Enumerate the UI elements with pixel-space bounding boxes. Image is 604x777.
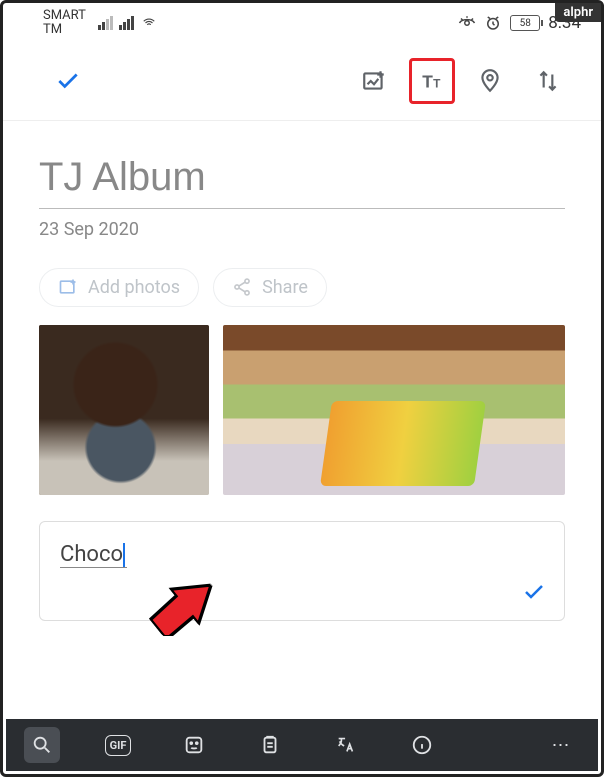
kb-gif-button[interactable]: GIF (100, 727, 136, 763)
add-photos-label: Add photos (88, 277, 180, 298)
editor-toolbar: TT (3, 40, 601, 121)
album-content: 23 Sep 2020 Add photos Share Choco (3, 121, 601, 621)
photo-thumbnail[interactable] (223, 325, 565, 495)
kb-search-button[interactable] (24, 727, 60, 763)
kb-sticker-button[interactable] (176, 727, 212, 763)
caption-confirm-button[interactable] (522, 580, 546, 608)
carrier-label: SMART TM (43, 9, 86, 38)
sort-button[interactable] (525, 58, 571, 104)
caption-input[interactable]: Choco (60, 542, 127, 568)
add-photos-button[interactable]: Add photos (39, 268, 199, 307)
album-date: 23 Sep 2020 (39, 219, 565, 240)
watermark: alphr (555, 3, 601, 22)
kb-info-button[interactable] (404, 727, 440, 763)
add-image-button[interactable] (351, 58, 397, 104)
share-button[interactable]: Share (213, 268, 327, 307)
kb-more-button[interactable]: ⋯ (544, 727, 580, 763)
confirm-button[interactable] (45, 58, 91, 104)
album-title-input[interactable] (39, 149, 565, 209)
battery-indicator: 58 (510, 15, 540, 31)
annotation-arrow (148, 575, 218, 635)
kb-clipboard-button[interactable] (252, 727, 288, 763)
photo-thumbnail[interactable] (39, 325, 209, 495)
kb-translate-button[interactable] (328, 727, 364, 763)
svg-text:T: T (422, 71, 433, 91)
location-button[interactable] (467, 58, 513, 104)
signal-icons (98, 16, 158, 30)
eye-icon (458, 14, 476, 32)
svg-text:T: T (433, 76, 441, 90)
alarm-icon (484, 14, 502, 32)
text-format-button[interactable]: TT (409, 58, 455, 104)
keyboard-toolbar: GIF ⋯ (6, 719, 598, 771)
share-label: Share (262, 277, 308, 298)
photo-grid (39, 325, 565, 495)
text-caption-card[interactable]: Choco (39, 521, 565, 621)
status-bar: SMART TM 58 8:34 (3, 3, 601, 40)
